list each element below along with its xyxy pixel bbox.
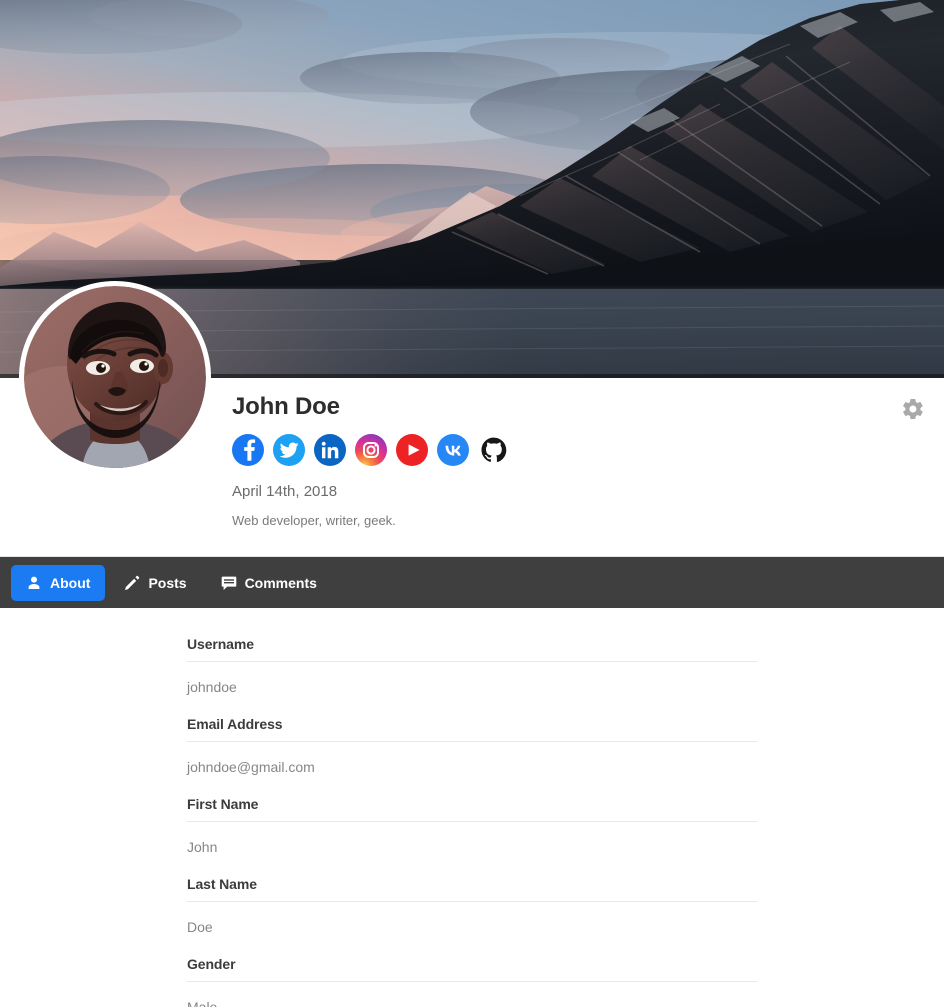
linkedin-icon[interactable] [314, 434, 346, 466]
field-value[interactable]: johndoe@gmail.com [187, 742, 757, 796]
field-value[interactable]: John [187, 822, 757, 876]
tab-about-label: About [50, 574, 91, 591]
profile-header: John Doe April 14th, 2018 Web developer,… [0, 281, 944, 556]
field-last-name: Last Name Doe [187, 876, 757, 956]
field-label: Last Name [187, 876, 257, 892]
about-form: Username johndoe Email Address johndoe@g… [0, 608, 944, 1007]
tab-about[interactable]: About [11, 564, 106, 601]
social-links [232, 434, 510, 466]
field-value[interactable]: Male [187, 982, 757, 1007]
page-title: John Doe [232, 393, 340, 420]
gear-icon [903, 398, 923, 420]
field-label: Email Address [187, 716, 283, 732]
avatar-image [24, 286, 206, 468]
vk-icon[interactable] [437, 434, 469, 466]
instagram-icon[interactable] [355, 434, 387, 466]
field-value[interactable]: Doe [187, 902, 757, 956]
avatar[interactable] [19, 281, 211, 473]
profile-join-date: April 14th, 2018 [232, 483, 338, 500]
settings-button[interactable] [896, 392, 930, 426]
field-gender: Gender Male [187, 956, 757, 1007]
avatar-portrait-icon [24, 286, 206, 468]
tab-posts-label: Posts [148, 574, 187, 591]
tab-comments[interactable]: Comments [206, 565, 332, 601]
field-email-address: Email Address johndoe@gmail.com [187, 716, 757, 796]
facebook-icon[interactable] [232, 434, 264, 466]
youtube-icon[interactable] [396, 434, 428, 466]
github-icon[interactable] [478, 434, 510, 466]
comment-icon [221, 575, 237, 591]
profile-tabs: About Posts Comments [0, 556, 944, 608]
profile-info: John Doe April 14th, 2018 Web developer,… [232, 392, 510, 530]
field-first-name: First Name John [187, 796, 757, 876]
field-value[interactable]: johndoe [187, 662, 757, 716]
tab-posts[interactable]: Posts [109, 565, 201, 601]
field-username: Username johndoe [187, 636, 757, 716]
field-label: Gender [187, 956, 236, 972]
tab-comments-label: Comments [244, 574, 317, 591]
twitter-icon[interactable] [273, 434, 305, 466]
pencil-icon [124, 575, 140, 591]
field-label: Username [187, 636, 254, 652]
field-label: First Name [187, 796, 259, 812]
person-icon [26, 575, 42, 591]
profile-bio: Web developer, writer, geek. [232, 513, 396, 528]
